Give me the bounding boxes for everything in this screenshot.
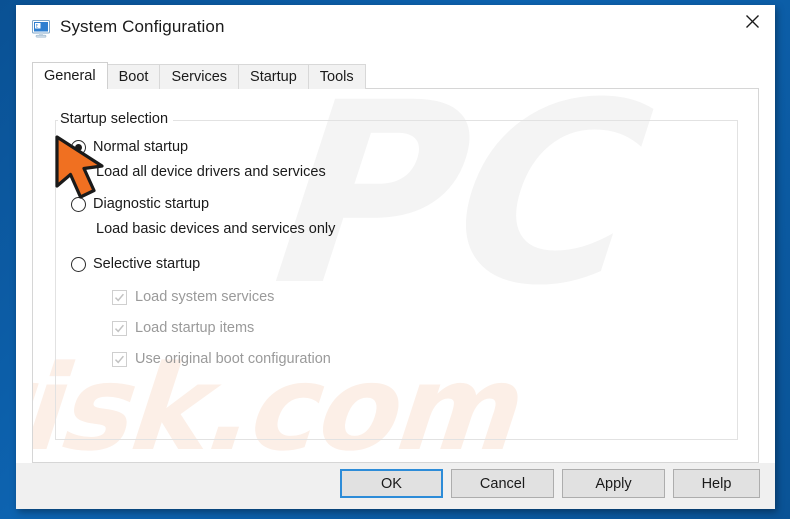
checkbox-use-original-boot-configuration-label: Use original boot configuration xyxy=(135,351,331,367)
radio-selective-startup-label: Selective startup xyxy=(93,256,201,272)
close-icon[interactable] xyxy=(729,5,775,38)
tab-boot[interactable]: Boot xyxy=(106,64,161,89)
radio-selective-startup[interactable]: Selective startup xyxy=(71,256,200,272)
radio-diagnostic-startup-label: Diagnostic startup xyxy=(93,196,210,212)
radio-unselected-icon xyxy=(71,256,86,272)
dialog-button-bar: OK Cancel Apply Help xyxy=(16,463,775,509)
checkbox-checked-disabled-icon xyxy=(112,351,127,367)
window-title: System Configuration xyxy=(60,17,225,36)
checkbox-load-startup-items: Load startup items xyxy=(112,320,254,336)
tab-general[interactable]: General xyxy=(32,62,108,89)
general-tab-panel: PC risk.com Startup selection Normal sta… xyxy=(32,88,759,463)
svg-text:E: E xyxy=(36,24,39,30)
checkbox-use-original-boot-configuration: Use original boot configuration xyxy=(112,351,331,367)
tab-tools[interactable]: Tools xyxy=(307,64,366,89)
radio-normal-startup[interactable]: Normal startup xyxy=(71,139,188,155)
radio-diagnostic-startup[interactable]: Diagnostic startup xyxy=(71,196,209,212)
desktop-background: E System Configuration General Boot Serv… xyxy=(0,0,790,519)
checkbox-load-startup-items-label: Load startup items xyxy=(135,320,255,336)
system-configuration-monitor-icon: E xyxy=(32,20,52,38)
normal-startup-description: Load all device drivers and services xyxy=(96,164,326,180)
help-button[interactable]: Help xyxy=(673,469,760,498)
checkbox-load-system-services: Load system services xyxy=(112,289,274,305)
checkbox-checked-disabled-icon xyxy=(112,289,127,305)
radio-unselected-icon xyxy=(71,196,86,212)
tab-startup[interactable]: Startup xyxy=(238,64,309,89)
tab-bar: General Boot Services Startup Tools xyxy=(32,62,366,89)
apply-button[interactable]: Apply xyxy=(562,469,665,498)
groupbox-legend: Startup selection xyxy=(58,111,174,127)
startup-selection-groupbox: Startup selection Normal startup Load al… xyxy=(55,111,738,440)
cancel-button[interactable]: Cancel xyxy=(451,469,554,498)
ok-button[interactable]: OK xyxy=(340,469,443,498)
radio-selected-icon xyxy=(71,139,86,155)
tab-services[interactable]: Services xyxy=(159,64,240,89)
radio-normal-startup-label: Normal startup xyxy=(93,139,189,155)
system-configuration-dialog: E System Configuration General Boot Serv… xyxy=(16,5,775,509)
title-bar: E System Configuration xyxy=(16,5,775,53)
checkbox-checked-disabled-icon xyxy=(112,320,127,336)
diagnostic-startup-description: Load basic devices and services only xyxy=(96,221,336,237)
checkbox-load-system-services-label: Load system services xyxy=(135,289,275,305)
